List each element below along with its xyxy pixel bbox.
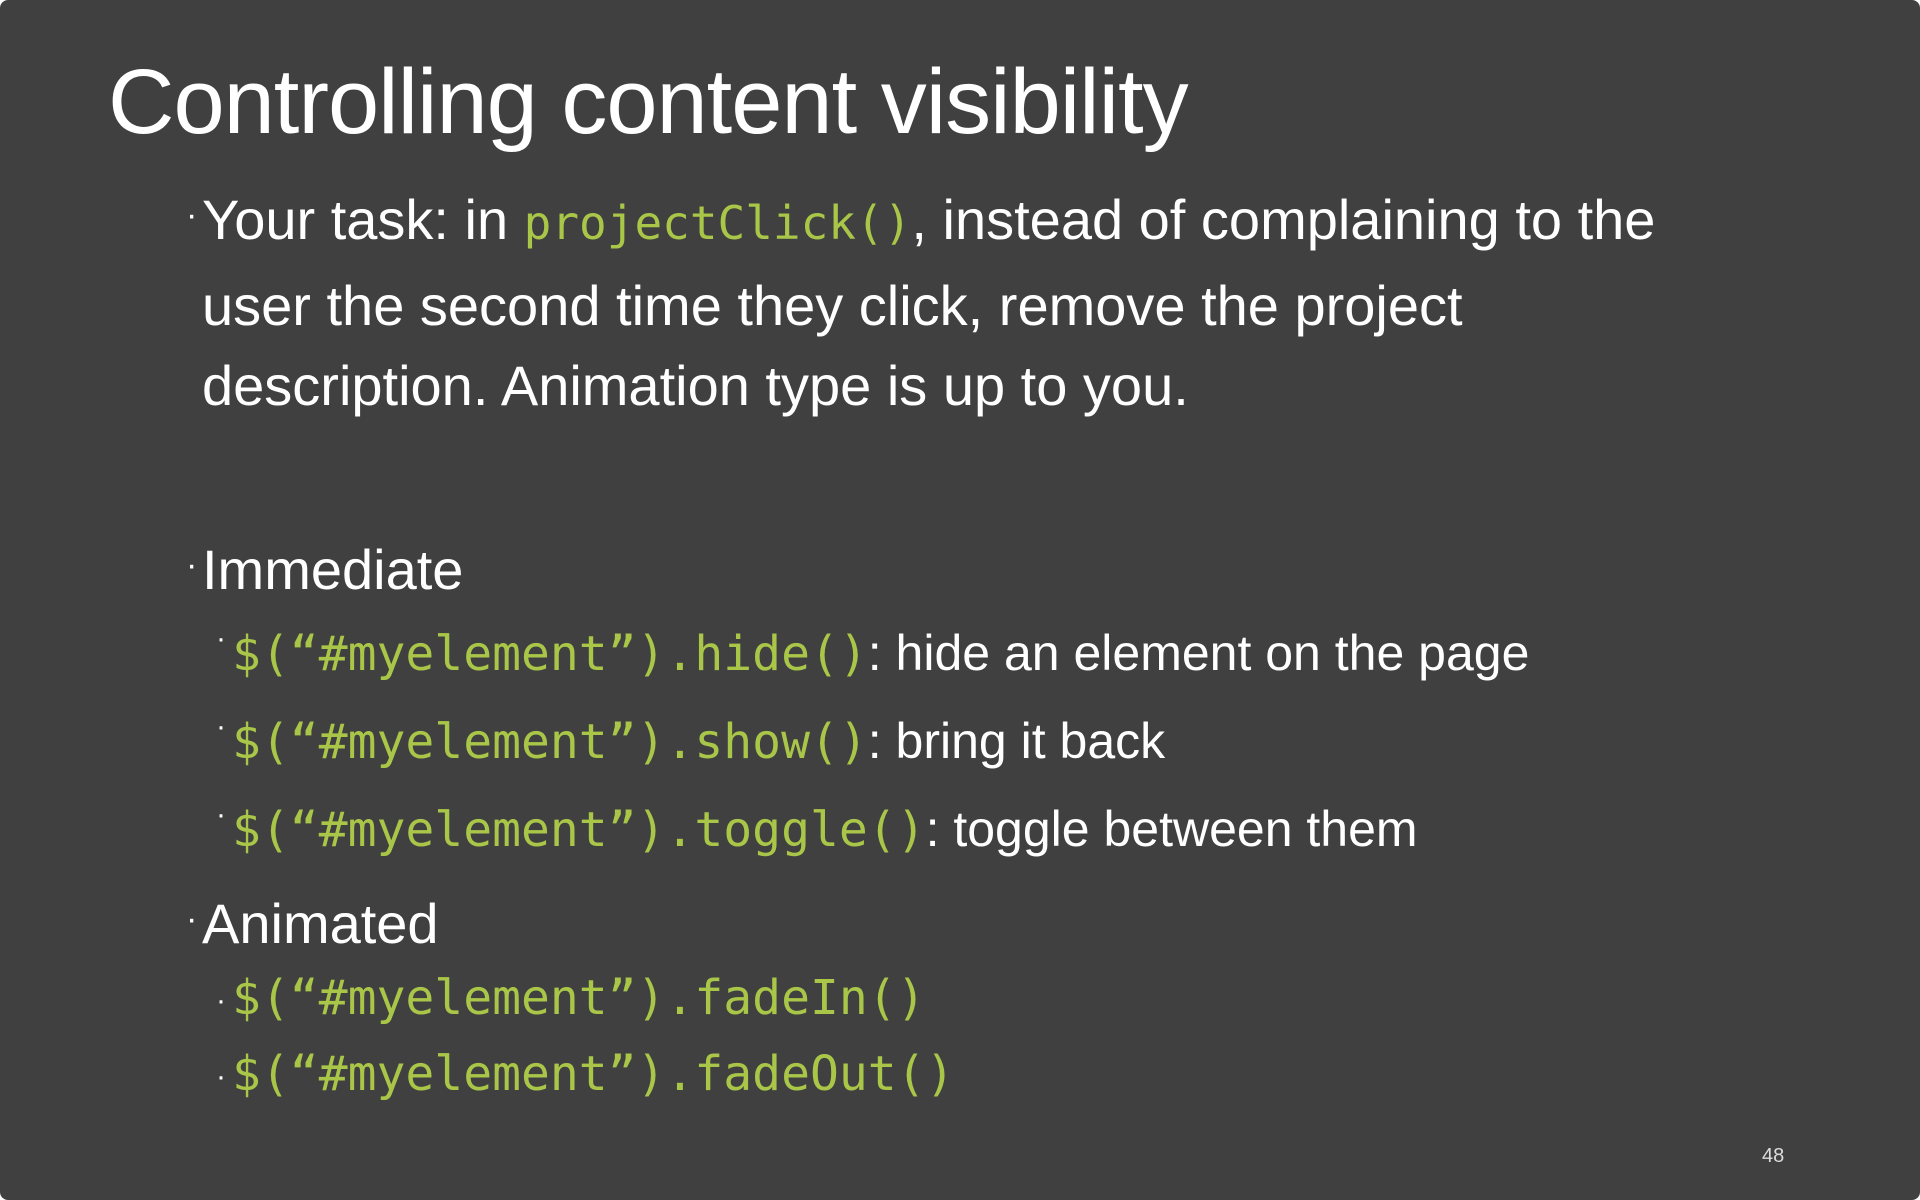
animated-item-fadein: $(“#myelement”).fadeIn(): [232, 962, 926, 1033]
desc-show: : bring it back: [867, 713, 1166, 769]
immediate-item-show: $(“#myelement”).show(): bring it back: [232, 706, 1165, 777]
sub-bullet-dot: ·: [216, 984, 226, 1017]
code-fadeout: $(“#myelement”).fadeOut(): [232, 1046, 955, 1102]
task-prefix: Your task: in: [202, 188, 524, 251]
animated-heading: Animated: [202, 892, 439, 955]
slide: Controlling content visibility · Your ta…: [0, 0, 1920, 1200]
code-toggle: $(“#myelement”).toggle(): [232, 802, 926, 858]
sub-bullet-dot: ·: [216, 622, 226, 655]
code-show: $(“#myelement”).show(): [232, 714, 868, 770]
page-number: 48: [1762, 1145, 1785, 1167]
task-suffix: , instead of complaining to the: [911, 188, 1656, 251]
slide-title: Controlling content visibility: [108, 51, 1189, 153]
immediate-item-hide: $(“#myelement”).hide(): hide an element …: [232, 618, 1529, 689]
bullet-dot: ·: [186, 546, 198, 584]
desc-hide: : hide an element on the page: [867, 625, 1530, 681]
bullet-dot: ·: [186, 196, 198, 234]
animated-item-fadeout: $(“#myelement”).fadeOut(): [232, 1038, 954, 1109]
bullet-dot: ·: [186, 900, 198, 938]
immediate-heading: Immediate: [202, 538, 464, 601]
sub-bullet-dot: ·: [216, 1060, 226, 1093]
immediate-item-toggle: $(“#myelement”).toggle(): toggle between…: [232, 794, 1418, 865]
code-fadein: $(“#myelement”).fadeIn(): [232, 970, 926, 1026]
task-line-3: description. Animation type is up to you…: [202, 354, 1189, 417]
task-line-1: Your task: in projectClick(), instead of…: [202, 180, 1655, 263]
task-code: projectClick(): [523, 196, 912, 250]
sub-bullet-dot: ·: [216, 710, 226, 743]
sub-bullet-dot: ·: [216, 798, 226, 831]
task-line-2: user the second time they click, remove …: [202, 274, 1463, 337]
code-hide: $(“#myelement”).hide(): [232, 626, 868, 682]
desc-toggle: : toggle between them: [925, 801, 1418, 857]
